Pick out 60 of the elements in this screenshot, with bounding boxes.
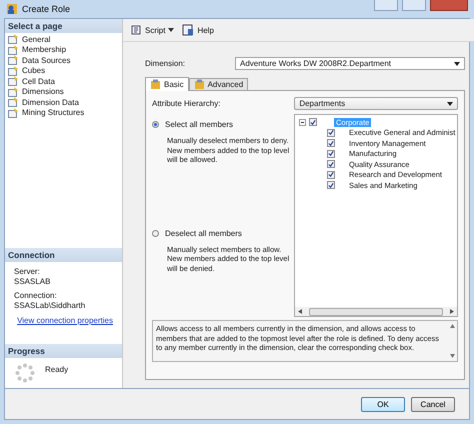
checkbox[interactable]: [327, 128, 335, 137]
page-item[interactable]: Dimensions: [5, 86, 122, 97]
checkbox[interactable]: [327, 170, 335, 179]
toolbar-button[interactable]: Script: [127, 22, 178, 38]
left-arrow-icon[interactable]: [298, 309, 303, 314]
radio-option[interactable]: Select all members: [152, 120, 290, 129]
tab[interactable]: Advanced: [188, 78, 248, 90]
server-value: SSASLAB: [14, 276, 52, 286]
down-arrow-icon[interactable]: [450, 354, 456, 358]
dialog-button[interactable]: Cancel: [411, 396, 455, 412]
caret-icon: [447, 102, 454, 106]
connection-label: Connection:: [14, 291, 58, 301]
caret-icon: [454, 62, 460, 66]
page-icon: [8, 34, 19, 44]
page-item[interactable]: Mining Structures: [5, 108, 122, 118]
attribute-hierarchy-label: Attribute Hierarchy:: [152, 99, 220, 108]
page-icon: [8, 108, 19, 118]
caret-icon: [168, 28, 174, 32]
checkbox[interactable]: [327, 181, 335, 190]
dimension-label: Dimension:: [145, 59, 186, 68]
checkbox[interactable]: [327, 160, 335, 168]
page-item[interactable]: General: [5, 34, 122, 44]
page-icon: [8, 97, 19, 108]
section-heading: Connection: [5, 248, 122, 262]
dimension-dropdown[interactable]: Adventure Works DW 2008R2.Department: [235, 57, 466, 70]
checkbox[interactable]: [327, 139, 335, 148]
script-icon: [130, 24, 142, 36]
page-item[interactable]: Data Sources: [5, 55, 122, 66]
section-heading: Select a page: [5, 19, 122, 33]
checkbox[interactable]: [327, 150, 335, 158]
help-icon: [182, 24, 194, 36]
page-icon: [8, 86, 19, 97]
page-icon: [8, 55, 19, 66]
window-title: Create Role: [22, 4, 70, 14]
checkbox[interactable]: [309, 118, 317, 126]
hierarchy-dropdown[interactable]: Departments: [294, 97, 458, 110]
server-label: Server:: [14, 267, 41, 277]
collapse-toggle[interactable]: [299, 118, 306, 126]
status-text: Ready: [45, 365, 68, 374]
page-icon: [8, 44, 19, 55]
spinner-icon: [15, 363, 35, 383]
page-item[interactable]: Cubes: [5, 66, 122, 76]
page-item[interactable]: Membership: [5, 44, 122, 55]
dialog-button[interactable]: OK: [361, 396, 405, 412]
section-heading: Progress: [5, 344, 122, 358]
page-item[interactable]: Dimension Data: [5, 97, 122, 108]
role-icon: [6, 3, 18, 15]
tab-icon: [150, 79, 161, 90]
page-item[interactable]: Cell Data: [5, 76, 122, 86]
right-arrow-icon[interactable]: [449, 309, 454, 314]
page-icon: [8, 66, 19, 76]
horizontal-scrollbar[interactable]: [295, 307, 458, 316]
tab[interactable]: Basic: [145, 77, 189, 91]
radio-option[interactable]: Deselect all members: [152, 228, 290, 238]
connection-value: SSASLab\Siddharth: [14, 300, 86, 310]
tab-icon: [194, 79, 205, 90]
up-arrow-icon[interactable]: [450, 324, 456, 328]
connection-properties-link[interactable]: View connection properties: [17, 316, 113, 326]
toolbar-button[interactable]: Help: [179, 22, 217, 38]
page-icon: [8, 76, 19, 86]
